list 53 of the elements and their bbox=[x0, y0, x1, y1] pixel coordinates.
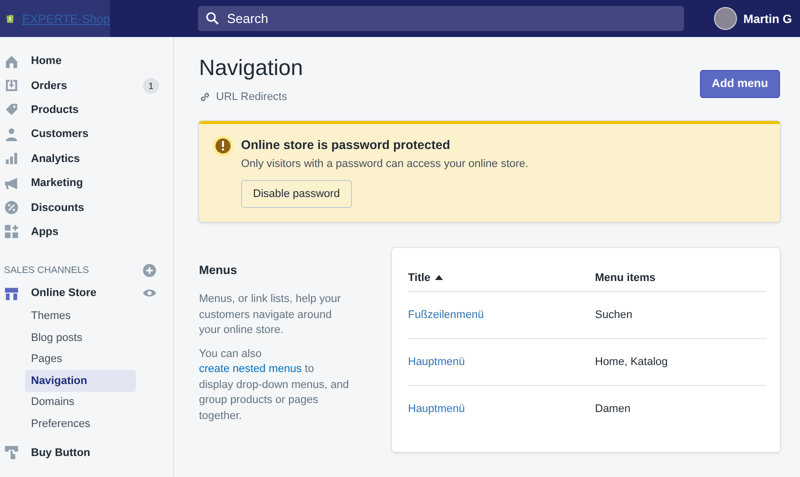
bar-chart-icon bbox=[4, 151, 19, 166]
storefront-icon bbox=[4, 286, 19, 301]
create-nested-menus-link[interactable]: create nested menus bbox=[199, 363, 302, 375]
sidebar-subitem[interactable]: Domains bbox=[25, 392, 136, 414]
sidebar-item[interactable]: Buy Button bbox=[0, 440, 173, 465]
sidebar-item[interactable]: Online Store bbox=[0, 281, 173, 306]
menu-title-link[interactable]: Hauptmenü bbox=[408, 356, 595, 368]
megaphone-icon bbox=[4, 176, 19, 191]
section-title: Menus bbox=[199, 263, 238, 277]
section-description: Menus, or link lists, help your customers navigate around your online store. bbox=[199, 292, 342, 338]
sidebar-item[interactable]: Discounts bbox=[0, 195, 173, 220]
banner-message: Only visitors with a password can access your online store. bbox=[241, 158, 528, 170]
sidebar-item[interactable]: Home bbox=[0, 49, 173, 74]
count-badge: 1 bbox=[143, 78, 159, 94]
sidebar-subitem[interactable]: Blog posts bbox=[25, 327, 136, 349]
page-title: Navigation bbox=[199, 55, 303, 81]
help-text: You can also create nested menus to display drop-down menus, and group products or pages together. bbox=[199, 346, 349, 424]
sidebar-subitem[interactable]: Pages bbox=[25, 348, 136, 370]
table-cell-text: Damen bbox=[595, 403, 632, 415]
avatar[interactable] bbox=[714, 7, 738, 30]
table-cell-text: Suchen bbox=[595, 309, 634, 321]
search-icon bbox=[206, 12, 219, 25]
sidebar-subitem[interactable]: Themes bbox=[25, 306, 136, 328]
sidebar-item[interactable]: Apps bbox=[0, 220, 173, 244]
disable-password-button[interactable]: Disable password bbox=[241, 180, 352, 208]
person-icon bbox=[4, 126, 19, 142]
section-heading: SALES CHANNELS bbox=[4, 264, 90, 276]
house-icon bbox=[4, 54, 19, 69]
percent-badge-icon bbox=[4, 200, 19, 216]
sidebar-item[interactable]: Marketing bbox=[0, 170, 173, 196]
menu-title-link[interactable]: Hauptmenü bbox=[408, 403, 595, 415]
add-menu-button[interactable]: Add menu bbox=[700, 70, 780, 98]
sidebar-item[interactable]: Orders 1 bbox=[0, 73, 173, 98]
sidebar-item[interactable]: Analytics bbox=[0, 146, 173, 171]
apps-grid-icon bbox=[4, 224, 19, 240]
column-header[interactable]: Menu items bbox=[595, 272, 766, 284]
url-redirects-link[interactable]: URL Redirects bbox=[199, 91, 303, 103]
column-header[interactable]: Title bbox=[408, 272, 595, 284]
tag-icon bbox=[4, 102, 19, 118]
menu-title-link[interactable]: Fußzeilenmenü bbox=[408, 309, 595, 321]
sidebar-item[interactable]: Products bbox=[0, 98, 173, 122]
eye-icon[interactable] bbox=[142, 288, 157, 298]
search-field[interactable]: Search bbox=[198, 6, 684, 31]
sidebar-subitem[interactable]: Preferences bbox=[25, 413, 136, 435]
exclamation-icon bbox=[213, 136, 233, 156]
sidebar-item[interactable]: Customers bbox=[0, 122, 173, 147]
user-name[interactable]: Martin G bbox=[743, 12, 792, 26]
banner-title: Online store is password protected bbox=[241, 138, 452, 152]
link-icon bbox=[199, 91, 211, 103]
add-icon[interactable] bbox=[143, 264, 156, 277]
table-cell-text: Home, Katalog bbox=[595, 356, 669, 368]
sidebar-subitem[interactable]: Navigation bbox=[25, 370, 136, 392]
download-tray-icon bbox=[4, 78, 19, 94]
